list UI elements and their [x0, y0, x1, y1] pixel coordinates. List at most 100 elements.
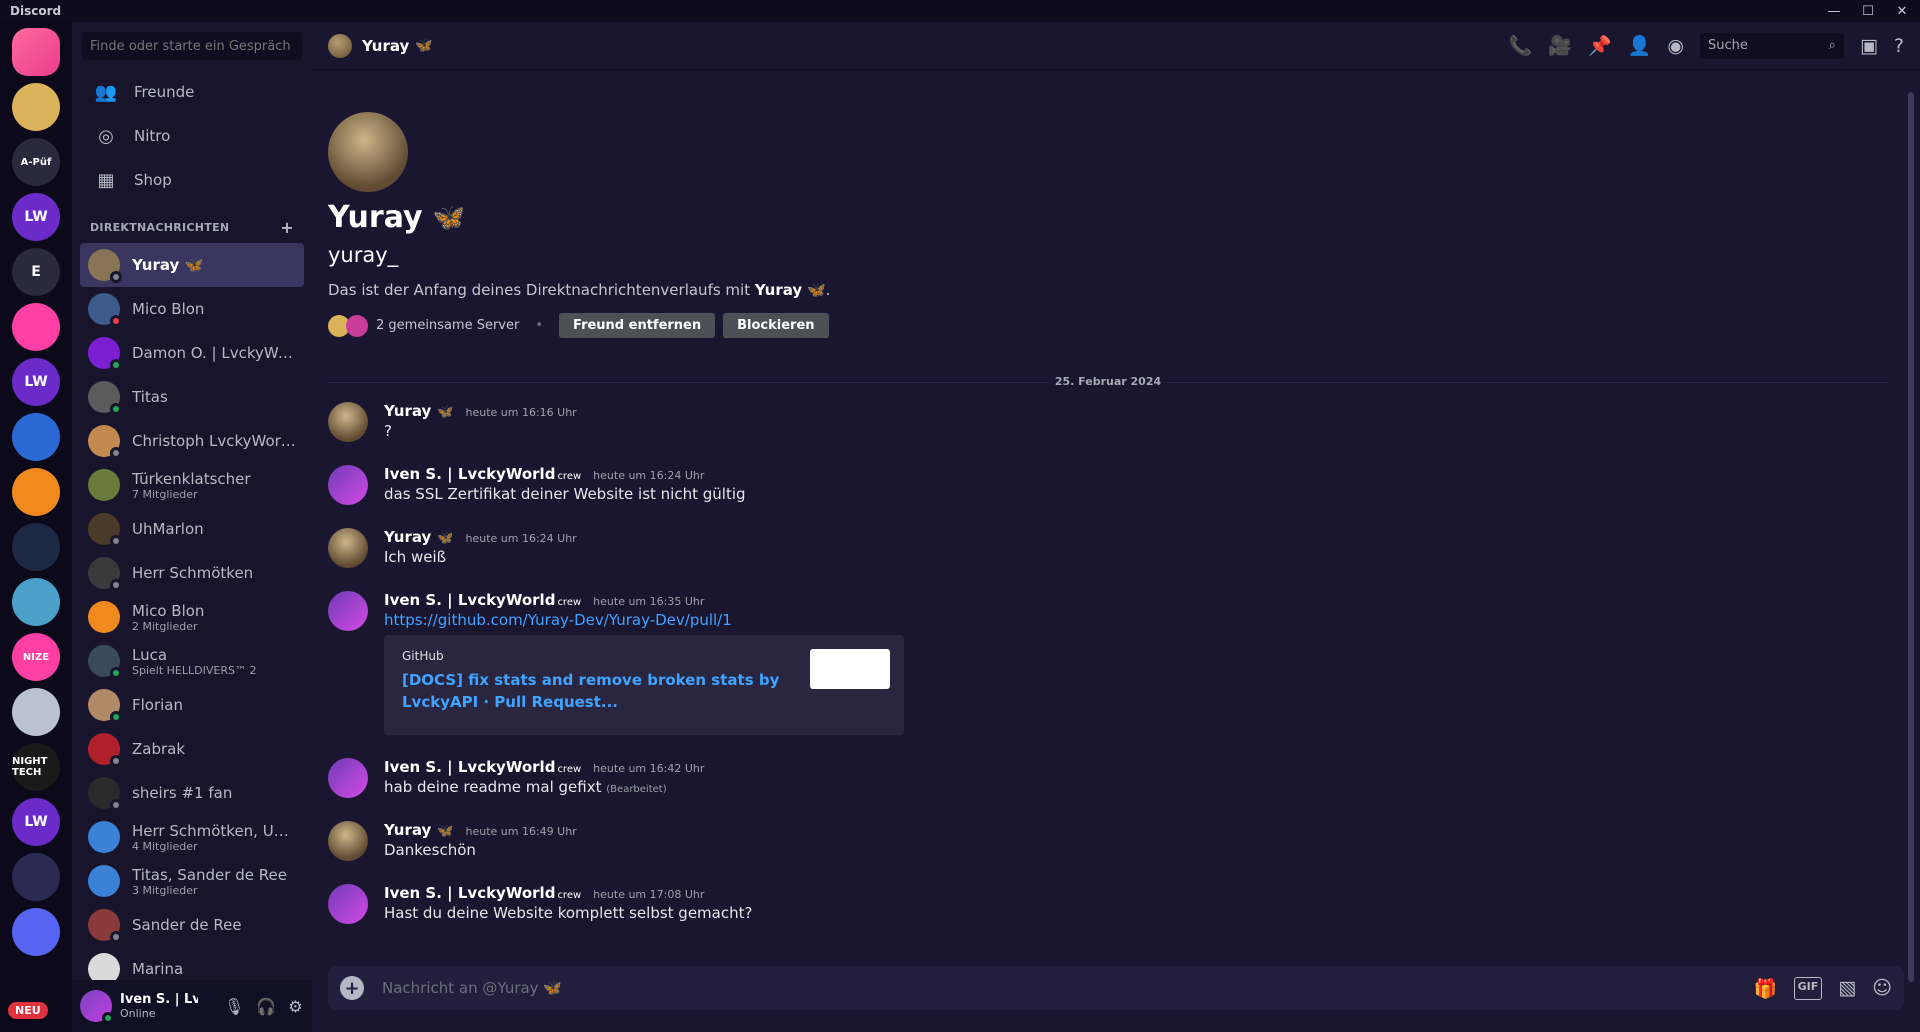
maximize-icon[interactable]: ☐	[1860, 4, 1876, 19]
server-icon[interactable]	[12, 468, 60, 516]
message-avatar[interactable]	[328, 821, 368, 861]
embed-thumbnail[interactable]	[810, 649, 890, 689]
friends-icon: 👥	[94, 81, 118, 103]
intro-avatar[interactable]	[328, 112, 408, 192]
dm-item[interactable]: Türkenklatscher 7 Mitglieder	[80, 463, 304, 507]
sticker-icon[interactable]: ▧	[1838, 977, 1856, 1000]
voice-call-icon[interactable]: 📞	[1509, 34, 1533, 57]
message-author[interactable]: Yuray	[384, 528, 431, 546]
dm-text: Zabrak	[132, 740, 185, 758]
message-link[interactable]: https://github.com/Yuray-Dev/Yuray-Dev/p…	[384, 611, 732, 629]
mutual-server-avatar[interactable]	[346, 314, 368, 337]
dm-item[interactable]: Florian	[80, 683, 304, 727]
help-icon[interactable]: ?	[1894, 35, 1904, 57]
server-icon[interactable]: LW	[12, 358, 60, 406]
message-content: Iven S. | LvckyWorld crew heute um 16:24 U…	[384, 465, 746, 505]
user-profile-icon[interactable]: ◉	[1667, 35, 1684, 57]
server-icon[interactable]: LW	[12, 798, 60, 846]
message-search-input[interactable]: Suche ⌕	[1699, 32, 1844, 59]
dm-item[interactable]: Mico Blon	[80, 287, 304, 331]
message-author[interactable]: Yuray	[384, 402, 431, 420]
minimize-icon[interactable]: —	[1826, 4, 1842, 19]
header-username[interactable]: Yuray	[362, 37, 409, 55]
nav-nitro[interactable]: ◎ Nitro	[72, 114, 312, 158]
nav-friends[interactable]: 👥 Freunde	[72, 70, 312, 114]
server-icon[interactable]	[12, 523, 60, 571]
inbox-icon[interactable]: ▣	[1860, 35, 1878, 57]
server-icon[interactable]	[12, 413, 60, 461]
message-author[interactable]: Yuray	[384, 821, 431, 839]
dm-item[interactable]: Luca Spielt HELLDIVERS™ 2	[80, 639, 304, 683]
window-titlebar: Discord — ☐ ✕	[0, 0, 1920, 22]
nav-shop[interactable]: ▦ Shop	[72, 158, 312, 202]
dm-item[interactable]: Herr Schmötken, Uh... 4 Mitglieder	[80, 815, 304, 859]
gift-icon[interactable]: 🎁	[1754, 977, 1778, 1000]
message-avatar[interactable]	[328, 591, 368, 631]
message-author[interactable]: Iven S. | LvckyWorld	[384, 465, 555, 483]
add-friends-icon[interactable]: 👤	[1628, 34, 1652, 57]
message-input[interactable]	[380, 973, 1754, 1003]
status-dot	[110, 359, 122, 371]
server-icon[interactable]	[12, 303, 60, 351]
dm-list: Yuray 🦋 Mico Blon Damon O. | LvckyWorl... T…	[72, 243, 312, 991]
header-avatar[interactable]	[328, 33, 352, 58]
server-icon[interactable]: A-Püf	[12, 138, 60, 186]
dm-item[interactable]: Zabrak	[80, 727, 304, 771]
user-avatar[interactable]	[80, 990, 114, 1024]
server-icon[interactable]	[12, 83, 60, 131]
server-icon[interactable]	[12, 688, 60, 736]
message-author[interactable]: Iven S. | LvckyWorld	[384, 758, 555, 776]
dm-text: Mico Blon 2 Mitglieder	[132, 602, 204, 633]
dm-item[interactable]: Titas, Sander de Ree 3 Mitglieder	[80, 859, 304, 903]
message-avatar[interactable]	[328, 465, 368, 505]
server-icon[interactable]: LW	[12, 193, 60, 241]
microphone-icon[interactable]: 🎙	[224, 997, 244, 1016]
create-dm-plus-icon[interactable]: +	[280, 218, 294, 237]
server-icon[interactable]	[12, 908, 60, 956]
block-button[interactable]: Blockieren	[723, 313, 829, 338]
dm-item[interactable]: sheirs #1 fan	[80, 771, 304, 815]
gif-icon[interactable]: GIF	[1793, 976, 1823, 1000]
dm-item[interactable]: UhMarlon	[80, 507, 304, 551]
message-author[interactable]: Iven S. | LvckyWorld	[384, 884, 555, 902]
server-icon[interactable]: E	[12, 248, 60, 296]
edited-label: (Bearbeitet)	[606, 784, 667, 795]
close-icon[interactable]: ✕	[1894, 4, 1910, 19]
dm-sidebar: 👥 Freunde ◎ Nitro ▦ Shop DIREKTNACHRICHT…	[72, 22, 312, 1032]
dm-name: Zabrak	[132, 740, 186, 758]
message-avatar[interactable]	[328, 884, 368, 924]
dm-item[interactable]: Damon O. | LvckyWorl...	[80, 331, 304, 375]
dm-item[interactable]: Mico Blon 2 Mitglieder	[80, 595, 304, 639]
neu-badge[interactable]: NEU	[8, 1002, 48, 1019]
server-icon[interactable]: NIZE	[12, 633, 60, 681]
server-icon[interactable]	[12, 578, 60, 626]
dm-item[interactable]: Christoph LvckyWorld...	[80, 419, 304, 463]
dm-item[interactable]: Sander de Ree	[80, 903, 304, 947]
conversation-search-input[interactable]	[82, 32, 302, 60]
emoji-icon[interactable]: ☺	[1872, 977, 1892, 1000]
headphones-icon[interactable]: 🎧	[256, 997, 276, 1016]
mutual-servers-text[interactable]: 2 gemeinsame Server	[376, 318, 519, 333]
message-text-content: Ich weiß	[384, 548, 447, 566]
server-icon[interactable]: NIGHT TECH	[12, 743, 60, 791]
message-avatar[interactable]	[328, 758, 368, 798]
message-author[interactable]: Iven S. | LvckyWorld	[384, 591, 555, 609]
video-call-icon[interactable]: 🎥	[1548, 34, 1572, 57]
nav-shop-label: Shop	[134, 171, 172, 189]
settings-gear-icon[interactable]: ⚙	[288, 997, 302, 1016]
message-avatar[interactable]	[328, 528, 368, 568]
user-name: Iven S. | Lv...	[120, 992, 198, 1007]
server-icon[interactable]	[12, 853, 60, 901]
message-avatar[interactable]	[328, 402, 368, 442]
pinned-messages-icon[interactable]: 📌	[1588, 34, 1612, 57]
dm-item[interactable]: Titas	[80, 375, 304, 419]
dm-item[interactable]: Yuray 🦋	[80, 243, 304, 287]
server-icon[interactable]	[12, 28, 60, 76]
chat-scrollbar[interactable]	[1908, 92, 1914, 982]
remove-friend-button[interactable]: Freund entfernen	[559, 313, 716, 338]
message-timestamp: heute um 17:08 Uhr	[593, 888, 705, 901]
embed-title-link[interactable]: [DOCS] fix stats and remove broken stats…	[402, 669, 792, 713]
intro-text-prefix: Das ist der Anfang deines Direktnachrich…	[328, 281, 751, 299]
dm-item[interactable]: Herr Schmötken	[80, 551, 304, 595]
attach-plus-icon[interactable]: +	[340, 976, 364, 1000]
